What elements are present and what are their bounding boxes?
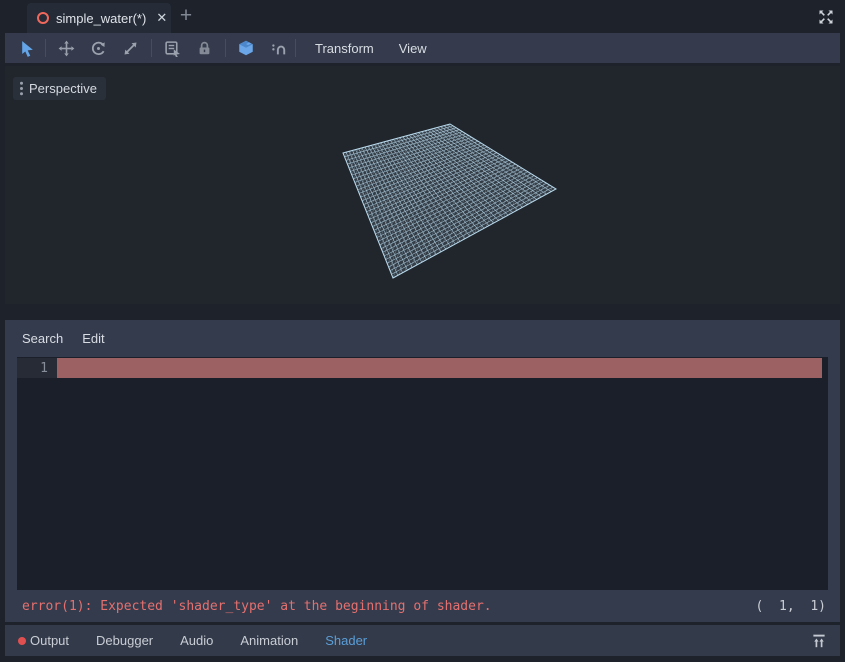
kebab-menu-icon bbox=[19, 81, 24, 96]
snap-magnet-icon bbox=[270, 40, 287, 57]
rotate-tool-button[interactable] bbox=[88, 38, 108, 58]
spatial-toolbar: Transform View bbox=[5, 33, 840, 63]
search-menu[interactable]: Search bbox=[22, 331, 63, 346]
shader-menu-bar: Search Edit bbox=[5, 320, 840, 356]
transform-menu[interactable]: Transform bbox=[311, 41, 378, 56]
tab-animation[interactable]: Animation bbox=[240, 633, 298, 648]
rotate-icon bbox=[90, 40, 107, 57]
expand-panel-icon bbox=[810, 632, 828, 650]
cube-icon bbox=[237, 39, 255, 57]
shader-error-message: error(1): Expected 'shader_type' at the … bbox=[22, 599, 492, 614]
edit-menu[interactable]: Edit bbox=[82, 331, 104, 346]
perspective-menu[interactable]: Perspective bbox=[13, 77, 106, 100]
tab-debugger-label: Debugger bbox=[96, 633, 153, 648]
error-line-highlight bbox=[57, 358, 822, 378]
tab-audio[interactable]: Audio bbox=[180, 633, 213, 648]
snap-toggle[interactable] bbox=[268, 38, 288, 58]
line-number: 1 bbox=[17, 358, 57, 378]
select-arrow-icon bbox=[19, 40, 36, 57]
toolbar-separator bbox=[45, 39, 46, 57]
tab-debugger[interactable]: Debugger bbox=[96, 633, 153, 648]
scene-tab-bar: simple_water(*) ✕ + bbox=[0, 0, 845, 33]
close-icon[interactable]: ✕ bbox=[156, 10, 167, 26]
shader-file-icon bbox=[37, 12, 49, 24]
list-select-tool-button[interactable] bbox=[162, 38, 182, 58]
expand-arrows-icon bbox=[817, 8, 835, 26]
bottom-panel-bar: Output Debugger Audio Animation Shader bbox=[5, 625, 840, 656]
tab-label: simple_water(*) bbox=[56, 11, 146, 26]
select-tool-button[interactable] bbox=[17, 38, 37, 58]
water-plane-mesh bbox=[5, 66, 840, 304]
tab-animation-label: Animation bbox=[240, 633, 298, 648]
shader-editor-panel: Search Edit 1 error(1): Expected 'shader… bbox=[5, 320, 840, 622]
local-space-toggle[interactable] bbox=[236, 38, 256, 58]
lock-button[interactable] bbox=[194, 38, 214, 58]
toolbar-separator bbox=[151, 39, 152, 57]
lock-icon bbox=[196, 40, 213, 57]
perspective-label: Perspective bbox=[29, 81, 97, 96]
move-icon bbox=[58, 40, 75, 57]
tab-shader-label: Shader bbox=[325, 633, 367, 648]
viewport-3d[interactable]: Perspective bbox=[5, 66, 840, 304]
tab-simple-water[interactable]: simple_water(*) ✕ bbox=[27, 3, 171, 33]
toolbar-separator bbox=[225, 39, 226, 57]
move-tool-button[interactable] bbox=[56, 38, 76, 58]
code-line-1[interactable]: 1 bbox=[17, 358, 828, 378]
tab-output-label: Output bbox=[30, 633, 69, 648]
tab-output[interactable]: Output bbox=[18, 633, 69, 648]
tab-shader[interactable]: Shader bbox=[325, 633, 367, 648]
scale-tool-button[interactable] bbox=[120, 38, 140, 58]
tab-audio-label: Audio bbox=[180, 633, 213, 648]
new-tab-button[interactable]: + bbox=[175, 2, 197, 30]
scale-icon bbox=[122, 40, 139, 57]
shader-status-bar: error(1): Expected 'shader_type' at the … bbox=[5, 590, 840, 622]
toolbar-separator bbox=[295, 39, 296, 57]
list-select-icon bbox=[164, 40, 181, 57]
error-dot-icon bbox=[18, 637, 26, 645]
expand-bottom-panel-button[interactable] bbox=[810, 632, 828, 650]
view-menu[interactable]: View bbox=[395, 41, 431, 56]
cursor-position: ( 1, 1) bbox=[756, 599, 826, 614]
shader-code-editor[interactable]: 1 bbox=[17, 357, 828, 590]
expand-window-button[interactable] bbox=[817, 8, 835, 26]
